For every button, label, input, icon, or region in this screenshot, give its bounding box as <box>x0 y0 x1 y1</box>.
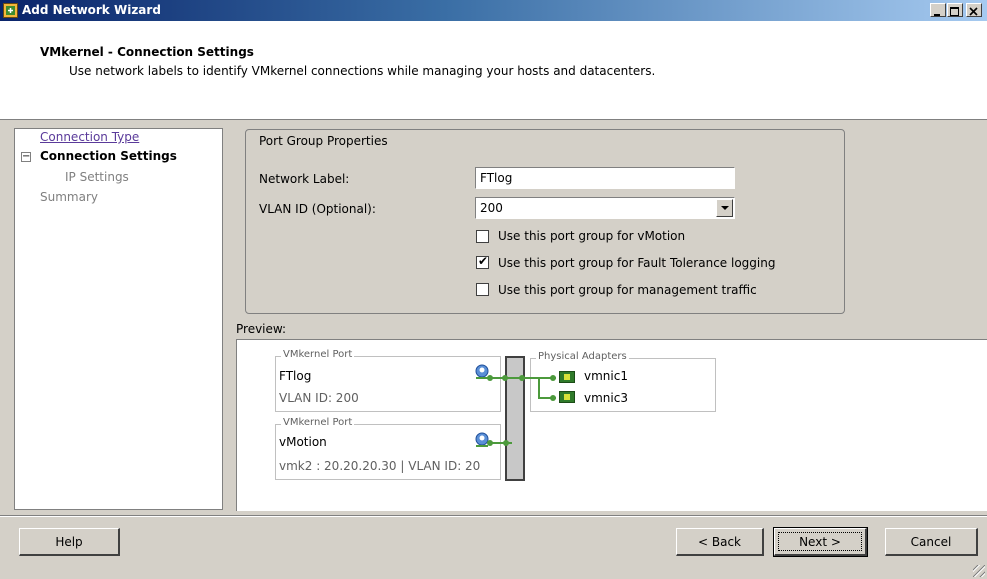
port-name-ftlog: FTlog <box>279 369 312 383</box>
maximize-icon <box>950 7 959 16</box>
checkmark-icon: ✔ <box>478 254 489 268</box>
resize-grip-icon[interactable] <box>973 565 985 577</box>
wizard-header: VMkernel - Connection Settings Use netwo… <box>0 21 987 120</box>
back-button[interactable]: < Back <box>676 528 764 556</box>
vmkernel-port-legend: VMkernel Port <box>281 349 355 360</box>
port-group-legend: Port Group Properties <box>255 134 392 148</box>
port-detail-vmotion: vmk2 : 20.20.20.30 | VLAN ID: 20 <box>279 459 481 473</box>
close-icon <box>969 7 978 16</box>
nav-item-summary: Summary <box>40 190 98 204</box>
network-label-input[interactable] <box>475 167 735 189</box>
network-label-label: Network Label: <box>259 172 350 186</box>
vlan-id-value: 200 <box>480 201 503 215</box>
minimize-button[interactable] <box>930 3 946 17</box>
link-dot <box>519 375 525 381</box>
preview-label: Preview: <box>236 322 287 336</box>
physical-adapters-legend: Physical Adapters <box>536 351 629 362</box>
chevron-down-icon[interactable] <box>716 199 733 217</box>
link-dot <box>487 440 493 446</box>
link-dot <box>502 375 508 381</box>
adapter-name: vmnic1 <box>584 369 628 383</box>
link-dot <box>503 440 509 446</box>
port-detail-ftlog: VLAN ID: 200 <box>279 391 359 405</box>
ft-logging-checkbox[interactable]: ✔ <box>476 254 489 269</box>
link-dot <box>487 375 493 381</box>
nav-item-ip-settings: IP Settings <box>65 170 129 184</box>
next-button[interactable]: Next > <box>773 527 868 557</box>
management-checkbox[interactable] <box>476 283 489 296</box>
vlan-id-label: VLAN ID (Optional): <box>259 202 376 216</box>
wizard-app-icon <box>3 3 18 18</box>
nav-item-connection-settings: Connection Settings <box>40 149 177 163</box>
vmotion-checkbox-label: Use this port group for vMotion <box>498 229 686 243</box>
vmotion-checkbox[interactable] <box>476 230 489 243</box>
focus-rect <box>778 532 862 551</box>
page-title: VMkernel - Connection Settings <box>40 45 254 59</box>
help-button[interactable]: Help <box>19 528 120 556</box>
title-bar: Add Network Wizard <box>0 0 987 21</box>
minimize-icon <box>934 14 940 16</box>
ft-logging-checkbox-label: Use this port group for Fault Tolerance … <box>498 256 776 270</box>
wizard-steps-panel: Connection Type − Connection Settings IP… <box>14 128 223 510</box>
close-button[interactable] <box>966 3 982 17</box>
port-name-vmotion: vMotion <box>279 435 327 449</box>
collapse-minus-icon[interactable]: − <box>21 152 31 162</box>
footer-divider <box>0 515 987 517</box>
nav-item-connection-type[interactable]: Connection Type <box>40 130 139 144</box>
vmkernel-port-legend: VMkernel Port <box>281 417 355 428</box>
maximize-button[interactable] <box>947 3 963 17</box>
window-title: Add Network Wizard <box>22 3 161 17</box>
network-card-icon <box>559 371 575 383</box>
network-card-icon <box>559 391 575 403</box>
link-dot <box>550 375 556 381</box>
management-checkbox-label: Use this port group for management traff… <box>498 283 757 297</box>
link-dot <box>550 395 556 401</box>
vlan-id-combobox[interactable]: 200 <box>475 197 735 219</box>
page-subtitle: Use network labels to identify VMkernel … <box>69 64 656 78</box>
adapter-name: vmnic3 <box>584 391 628 405</box>
link-line <box>538 377 540 399</box>
cancel-button[interactable]: Cancel <box>885 528 978 556</box>
